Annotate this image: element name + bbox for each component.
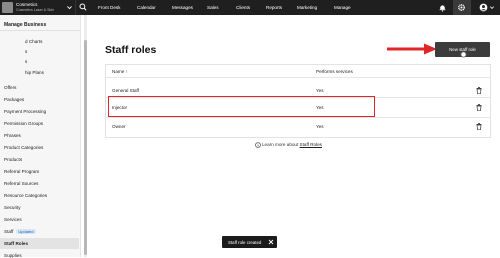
business-location[interactable]: Cosmetics Laser & Skin xyxy=(16,8,54,12)
sidebar-item-referral-program[interactable]: Referral Program xyxy=(4,169,39,174)
performs-services-value: Yes xyxy=(316,124,324,129)
trash-icon[interactable] xyxy=(476,104,482,111)
chevron-down-icon[interactable] xyxy=(489,3,495,12)
sidebar-item-products[interactable]: Products xyxy=(4,157,22,162)
search-icon[interactable] xyxy=(79,3,87,11)
sidebar-item-security[interactable]: Security xyxy=(4,205,21,210)
nav-clients[interactable]: Clients xyxy=(236,5,250,10)
role-name[interactable]: Owner xyxy=(112,124,126,129)
performs-services-value: Yes xyxy=(316,88,324,93)
chevron-down-icon[interactable] xyxy=(66,4,73,11)
sidebar-item-charts[interactable]: d Charts xyxy=(25,39,42,44)
toast-message: Staff role created xyxy=(228,239,262,245)
sidebar-item-payment-processing[interactable]: Payment Processing xyxy=(4,109,46,114)
toast-notification: Staff role created xyxy=(222,236,277,248)
sidebar-title: Manage Business xyxy=(4,22,47,28)
nav-marketing[interactable]: Marketing xyxy=(297,5,317,10)
sort-arrow-icon: ↑ xyxy=(125,69,128,74)
column-header-performs-services: Performs services xyxy=(316,69,353,74)
sidebar-item-label: Staff xyxy=(4,229,14,234)
bell-icon[interactable] xyxy=(438,3,447,12)
nav-sales[interactable]: Sales xyxy=(207,5,219,10)
sidebar-item-phrases[interactable]: Phrases xyxy=(4,133,21,138)
sidebar-item-resource-categories[interactable]: Resource Categories xyxy=(4,193,47,198)
close-icon[interactable] xyxy=(268,239,274,245)
role-name[interactable]: General Staff xyxy=(112,88,139,93)
trash-icon[interactable] xyxy=(476,123,482,130)
sidebar-item-truncated[interactable]: s xyxy=(25,49,27,54)
sidebar-item-referral-sources[interactable]: Referral Sources xyxy=(4,181,38,186)
nav-messages[interactable]: Messages xyxy=(172,5,193,10)
row-divider xyxy=(106,117,490,118)
column-header-name[interactable]: Name ↑ xyxy=(112,69,128,74)
business-logo[interactable] xyxy=(2,2,13,13)
sidebar-item-supplies[interactable]: Supplies xyxy=(4,253,22,258)
sidebar-item-product-categories[interactable]: Product Categories xyxy=(4,145,43,150)
sidebar-divider xyxy=(0,30,80,31)
nav-divider xyxy=(75,0,76,15)
sidebar-item-packages[interactable]: Packages xyxy=(4,97,24,102)
nav-reports[interactable]: Reports xyxy=(266,5,282,10)
page-title: Staff roles xyxy=(105,44,157,56)
sidebar-item-staff-roles[interactable]: Staff Roles xyxy=(4,241,28,246)
trash-icon[interactable] xyxy=(476,87,482,94)
sidebar-item-truncated[interactable]: s xyxy=(25,59,27,64)
sidebar-item-services[interactable]: Services xyxy=(4,217,22,222)
sidebar-scrollbar-thumb[interactable] xyxy=(84,40,87,255)
sidebar: Manage Business d Charts s s hip Plans O… xyxy=(0,15,81,258)
updated-badge: Updated xyxy=(16,229,36,234)
mouse-cursor-icon xyxy=(460,51,467,58)
avatar-icon[interactable] xyxy=(479,3,488,12)
info-icon xyxy=(255,142,261,148)
sidebar-item-permission-groups[interactable]: Permission Groups xyxy=(4,121,43,126)
business-name[interactable]: Cosmetics xyxy=(16,2,37,7)
row-divider xyxy=(106,77,490,78)
learn-more-prefix: Learn more about xyxy=(262,142,299,147)
staff-roles-help-link[interactable]: Staff Roles xyxy=(300,142,322,147)
sidebar-item-staff[interactable]: Staff Updated xyxy=(4,229,36,234)
top-navigation-bar: Cosmetics Cosmetics Laser & Skin Front D… xyxy=(0,0,500,15)
column-label: Name xyxy=(112,69,125,74)
sidebar-item-offers[interactable]: Offers xyxy=(4,85,16,90)
nav-front-desk[interactable]: Front Desk xyxy=(98,5,120,10)
nav-calendar[interactable]: Calendar xyxy=(137,5,156,10)
gear-icon[interactable] xyxy=(457,3,466,12)
sidebar-item-membership-plans[interactable]: hip Plans xyxy=(25,70,44,75)
nav-manage[interactable]: Manage xyxy=(334,5,351,10)
red-highlight-annotation xyxy=(108,96,375,117)
learn-more-text: Learn more about Staff Roles xyxy=(262,142,322,147)
red-arrow-annotation xyxy=(387,43,437,55)
